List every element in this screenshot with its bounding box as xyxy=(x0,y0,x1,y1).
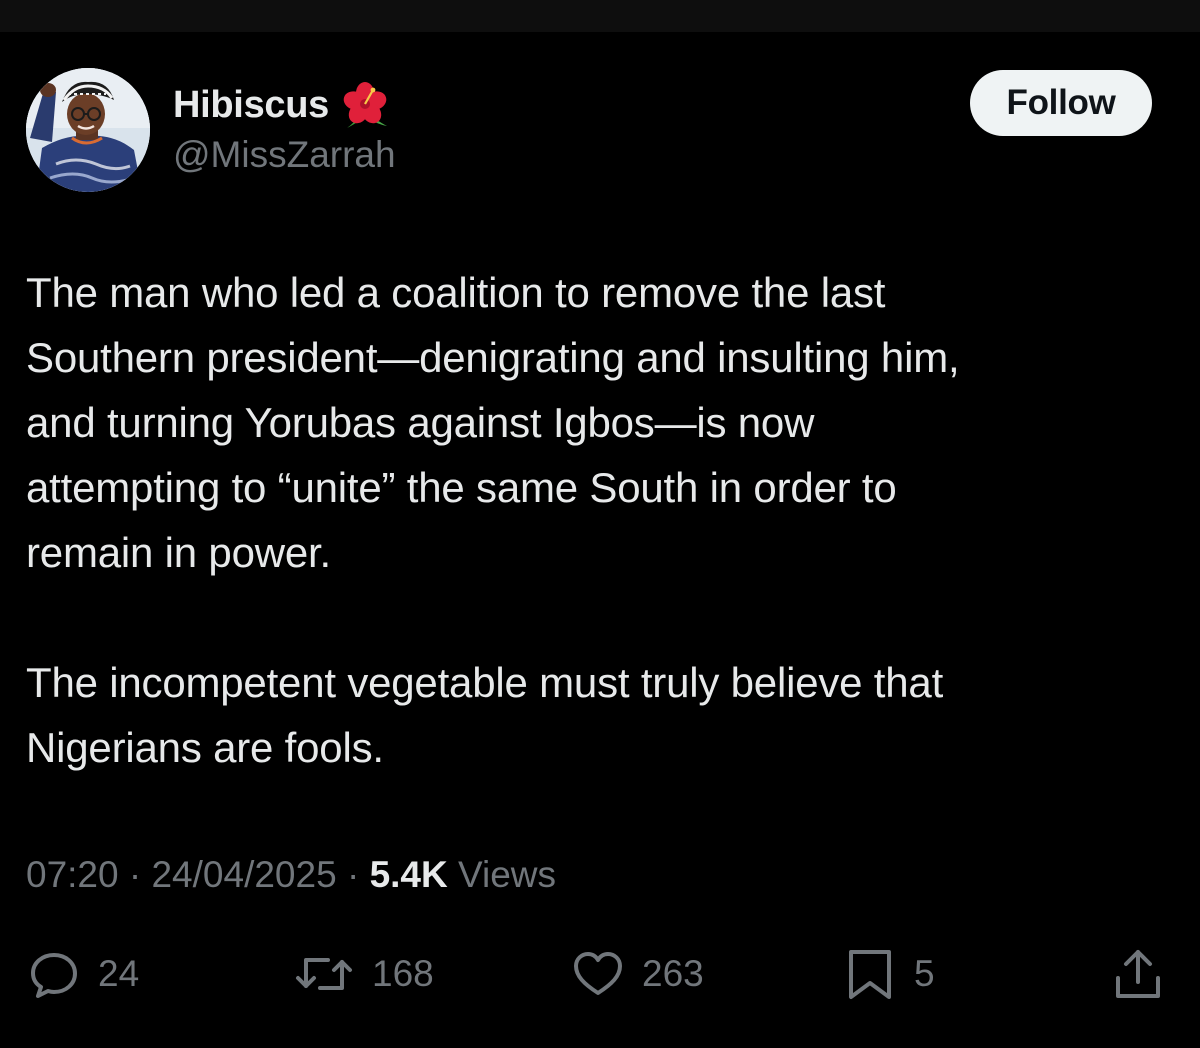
bookmark-icon xyxy=(849,950,891,999)
tweet-card: Hibiscus @MissZarrah Follow The man who … xyxy=(0,32,1200,1048)
author-name-row[interactable]: Hibiscus xyxy=(173,80,391,130)
hibiscus-emoji-icon xyxy=(339,79,391,131)
share-button[interactable] xyxy=(1110,944,1166,1004)
repost-icon xyxy=(296,958,352,990)
action-bar: 24 168 263 5 xyxy=(0,944,1200,1004)
tweet-time[interactable]: 07:20 xyxy=(26,854,119,895)
tweet-date[interactable]: 24/04/2025 xyxy=(151,854,336,895)
tweet-meta: 07:20 · 24/04/2025 · 5.4K Views xyxy=(26,854,556,896)
views-count: 5.4K xyxy=(369,854,448,895)
avatar[interactable] xyxy=(26,68,150,192)
status-bar-strip xyxy=(0,0,1200,32)
repost-count: 168 xyxy=(372,953,434,994)
follow-button[interactable]: Follow xyxy=(970,70,1152,136)
author-handle[interactable]: @MissZarrah xyxy=(173,134,396,176)
tweet-paragraph: The man who led a coalition to remove th… xyxy=(26,269,960,576)
profile-photo xyxy=(26,68,150,192)
bookmark-button[interactable]: 5 xyxy=(842,944,935,1004)
display-name[interactable]: Hibiscus xyxy=(173,84,329,127)
tweet-paragraph: The incompetent vegetable must truly bel… xyxy=(26,659,944,771)
tweet-text: The man who led a coalition to remove th… xyxy=(26,260,1166,780)
meta-separator: · xyxy=(346,854,360,895)
like-button[interactable]: 263 xyxy=(570,944,704,1004)
share-icon xyxy=(1116,950,1160,998)
reply-icon xyxy=(31,953,77,998)
repost-button[interactable]: 168 xyxy=(292,944,434,1004)
reply-button[interactable]: 24 xyxy=(26,944,139,1004)
like-count: 263 xyxy=(642,953,704,994)
heart-icon xyxy=(574,952,622,995)
bookmark-count: 5 xyxy=(914,953,935,994)
reply-count: 24 xyxy=(98,953,140,994)
views-label: Views xyxy=(458,854,557,895)
meta-separator: · xyxy=(128,854,142,895)
